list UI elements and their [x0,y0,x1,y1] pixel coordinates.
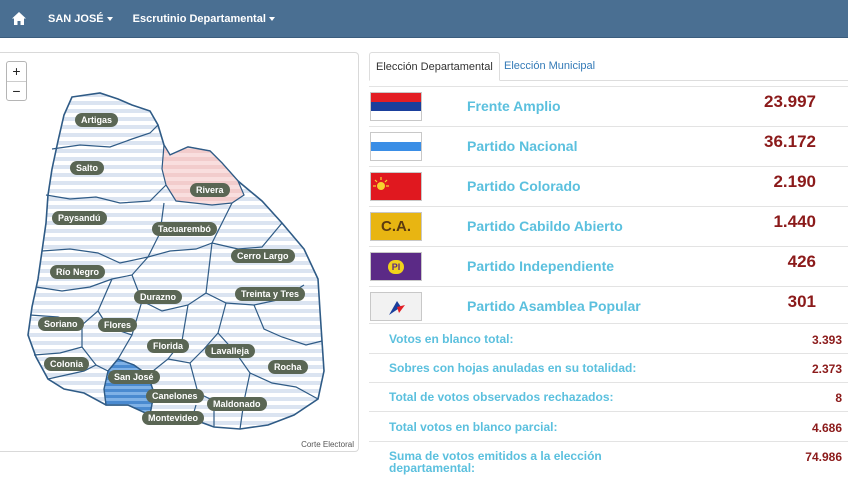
caret-down-icon [268,16,275,21]
map-label-canelones[interactable]: Canelones [146,389,204,403]
map-label-artigas[interactable]: Artigas [75,113,119,127]
party-name: Partido Nacional [467,138,578,154]
party-votes: 36.172 [764,132,816,151]
tab-eleccion-municipal[interactable]: Elección Municipal [498,52,601,81]
party-row[interactable]: C.A. Partido Cabildo Abierto 1.440 [369,206,848,246]
stat-label: Total de votos observados rechazados: [389,390,614,404]
stat-value: 8 [835,391,842,405]
party-row[interactable]: PI Partido Independiente 426 [369,246,848,286]
map-label-rivera[interactable]: Rivera [190,183,230,197]
map-label-flores[interactable]: Flores [98,318,138,332]
zoom-control: + − [6,61,27,101]
stat-row-annulled: Sobres con hojas anuladas en su totalida… [369,353,848,382]
top-navbar: SAN JOSÉ Escrutinio Departamental [0,0,848,38]
party-name: Frente Amplio [467,98,561,114]
caret-down-icon [106,16,113,21]
stat-label: Sobres con hojas anuladas en su totalida… [389,361,637,375]
map-label-maldonado[interactable]: Maldonado [207,397,267,411]
stat-value: 4.686 [811,421,842,435]
ca-flag-text: C.A. [381,218,411,235]
map-label-rio-negro[interactable]: Río Negro [50,265,106,279]
party-row[interactable]: Partido Asamblea Popular 301 [369,286,848,326]
map-label-lavalleja[interactable]: Lavalleja [205,344,256,358]
election-tabs: Elección Departamental Elección Municipa… [369,52,848,81]
map-label-florida[interactable]: Florida [147,339,190,353]
party-name: Partido Cabildo Abierto [467,218,623,234]
stat-value: 3.393 [811,333,842,347]
party-votes: 23.997 [764,92,816,111]
map-label-cerro-largo[interactable]: Cerro Largo [231,249,295,263]
map-label-montevideo[interactable]: Montevideo [142,411,205,425]
party-votes: 2.190 [773,172,816,191]
stat-value: 2.373 [811,362,842,376]
department-dropdown-label: SAN JOSÉ [48,12,104,25]
stat-row-total-emitted: Suma de votos emitidos a la elección dep… [369,441,848,490]
map-label-san-jose[interactable]: San José [108,370,160,384]
tab-eleccion-departamental[interactable]: Elección Departamental [369,52,500,81]
ca-flag-icon: C.A. [370,212,422,241]
party-row[interactable]: Partido Colorado 2.190 [369,166,848,206]
party-votes: 301 [787,292,816,311]
party-name: Partido Colorado [467,178,581,194]
ap-flag-icon [370,292,422,321]
department-dropdown[interactable]: SAN JOSÉ [38,0,123,38]
map-panel[interactable]: + − Artigas Salto Rivera Paysandú Tacuar… [0,52,359,452]
map-label-durazno[interactable]: Durazno [134,290,182,304]
pi-flag-icon: PI [370,252,422,281]
stat-label: Suma de votos emitidos a la elección dep… [389,449,602,475]
zoom-in-button[interactable]: + [7,62,26,81]
map-label-soriano[interactable]: Soriano [38,317,84,331]
stat-label: Total votos en blanco parcial: [389,420,558,434]
party-name: Partido Asamblea Popular [467,298,641,314]
map-label-salto[interactable]: Salto [70,161,105,175]
stat-row-blank-partial: Total votos en blanco parcial: 4.686 [369,411,848,441]
zoom-out-button[interactable]: − [7,81,26,100]
stat-row-observed-rejected: Total de votos observados rechazados: 8 [369,382,848,411]
map-label-colonia[interactable]: Colonia [44,357,89,371]
party-row[interactable]: Partido Nacional 36.172 [369,126,848,166]
map-attribution[interactable]: Corte Electoral [301,440,354,449]
stat-label: Votos en blanco total: [389,332,514,346]
home-icon [12,12,26,25]
party-votes: 426 [787,252,816,271]
map-label-treinta-y-tres[interactable]: Treinta y Tres [235,287,306,301]
map-label-paysandu[interactable]: Paysandú [52,211,107,225]
pi-flag-text: PI [387,259,405,274]
party-row[interactable]: Frente Amplio 23.997 [369,86,848,126]
home-button[interactable] [0,0,38,38]
map-label-rocha[interactable]: Rocha [268,360,308,374]
section-dropdown-label: Escrutinio Departamental [132,12,266,25]
stat-value: 74.986 [805,450,842,464]
pn-flag-icon [370,132,422,161]
pc-flag-icon [370,172,422,201]
map-label-tacuarembo[interactable]: Tacuarembó [152,222,217,236]
party-name: Partido Independiente [467,258,615,274]
section-dropdown[interactable]: Escrutinio Departamental [123,0,285,38]
party-votes: 1.440 [773,212,816,231]
fa-flag-icon [370,92,422,121]
stat-row-blank-total: Votos en blanco total: 3.393 [369,323,848,353]
